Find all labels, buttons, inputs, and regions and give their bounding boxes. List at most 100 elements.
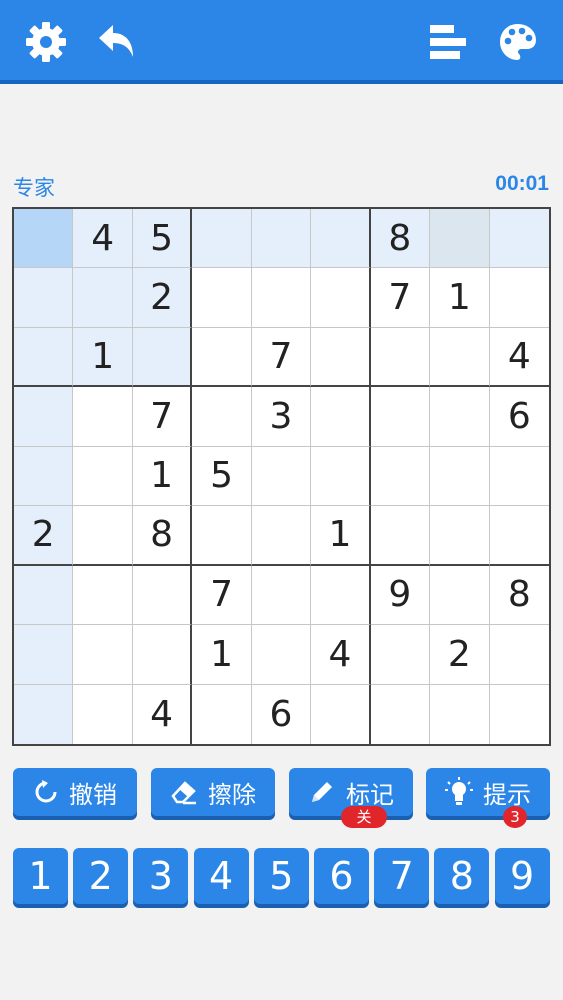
board-cell[interactable] [73, 625, 133, 685]
board-cell[interactable]: 2 [14, 506, 74, 566]
board-cell[interactable]: 8 [132, 506, 193, 566]
board-cell[interactable] [14, 446, 74, 507]
board-cell[interactable] [489, 625, 549, 685]
number-button[interactable]: 4 [193, 848, 249, 904]
board-cell[interactable] [73, 268, 133, 328]
board-cell[interactable] [251, 268, 312, 328]
board-cell[interactable] [311, 446, 371, 507]
board-cell[interactable] [14, 387, 74, 447]
board-cell[interactable]: 1 [430, 268, 490, 328]
board-cell[interactable]: 7 [132, 387, 193, 447]
board-cell[interactable]: 7 [370, 268, 431, 328]
board-cell[interactable] [132, 625, 193, 685]
board-cell[interactable] [370, 506, 431, 566]
board-cell[interactable] [73, 387, 133, 447]
board-cell[interactable]: 1 [311, 506, 371, 566]
board-cell[interactable]: 3 [251, 387, 312, 447]
board-cell[interactable] [430, 387, 490, 447]
board-cell[interactable]: 2 [132, 268, 193, 328]
board-cell[interactable]: 8 [370, 209, 431, 269]
board-cell[interactable] [73, 684, 133, 744]
palette-icon[interactable] [496, 20, 540, 64]
board-cell[interactable] [132, 327, 193, 388]
board-cell[interactable] [370, 446, 431, 507]
board-cell[interactable] [192, 209, 252, 269]
board-cell[interactable] [311, 209, 371, 269]
board-cell[interactable] [14, 268, 74, 328]
board-cell[interactable]: 2 [430, 625, 490, 685]
board-cell[interactable] [311, 387, 371, 447]
board-cell[interactable] [251, 506, 312, 566]
board-cell[interactable]: 4 [311, 625, 371, 685]
board-cell[interactable] [132, 565, 193, 626]
notes-button[interactable]: 标记 关 [289, 768, 413, 828]
board-cell[interactable]: 1 [132, 446, 193, 507]
board-cell[interactable] [430, 327, 490, 388]
board-cell[interactable] [311, 268, 371, 328]
board-cell[interactable] [489, 209, 549, 269]
board-cell[interactable]: 4 [133, 684, 193, 744]
board-cell[interactable] [14, 565, 74, 626]
board-cell[interactable] [14, 327, 74, 388]
board-cell[interactable]: 4 [489, 328, 549, 388]
board-cell[interactable] [430, 684, 490, 744]
number-button[interactable]: 3 [133, 848, 189, 904]
board-cell[interactable] [251, 209, 312, 269]
erase-button[interactable]: 擦除 [151, 768, 275, 816]
board-cell[interactable] [430, 565, 490, 626]
number-button[interactable]: 7 [374, 848, 430, 904]
board-cell[interactable] [251, 625, 312, 685]
number-button[interactable]: 8 [434, 848, 490, 904]
board-cell[interactable] [371, 684, 431, 744]
hint-button[interactable]: 提示 3 [426, 768, 550, 828]
number-button[interactable]: 6 [314, 848, 369, 904]
undo-arrow-icon[interactable] [94, 20, 138, 64]
board-cell[interactable] [489, 447, 549, 507]
board-cell[interactable] [192, 268, 252, 328]
board-cell[interactable] [489, 506, 549, 566]
board-cell[interactable] [370, 625, 431, 685]
board-cell[interactable]: 5 [192, 446, 252, 507]
board-cell[interactable]: 7 [192, 565, 252, 626]
board-cell[interactable]: 8 [489, 566, 549, 626]
board-cell[interactable] [489, 268, 549, 328]
board-cell[interactable]: 5 [132, 209, 193, 269]
board-cell[interactable] [73, 446, 133, 507]
undo-label: 撤销 [69, 780, 117, 809]
board-cell[interactable] [430, 446, 490, 507]
board-cell[interactable] [73, 565, 133, 626]
board-cell[interactable] [370, 387, 431, 447]
number-button[interactable]: 2 [73, 848, 129, 904]
board-cell[interactable]: 1 [192, 625, 252, 685]
difficulty-label: 专家 [13, 176, 55, 200]
board-cell[interactable]: 6 [252, 684, 312, 744]
board-cell[interactable] [490, 685, 549, 744]
board-cell[interactable] [14, 625, 74, 685]
board-cell[interactable] [251, 446, 312, 507]
board-cell[interactable] [311, 684, 371, 744]
board-cell[interactable] [192, 327, 252, 388]
number-button[interactable]: 5 [253, 848, 309, 904]
undo-button[interactable]: 撤销 [13, 768, 137, 816]
board-cell[interactable] [192, 684, 252, 744]
board-cell[interactable] [311, 327, 371, 388]
number-button[interactable]: 1 [13, 848, 68, 904]
board-cell[interactable] [14, 684, 74, 744]
board-cell[interactable]: 9 [370, 565, 431, 626]
gear-icon[interactable] [24, 20, 68, 64]
number-button[interactable]: 9 [494, 848, 550, 904]
board-cell[interactable] [192, 506, 252, 566]
board-cell[interactable] [430, 209, 490, 269]
board-cell[interactable] [192, 387, 252, 447]
board-cell[interactable] [370, 327, 431, 388]
board-cell[interactable]: 7 [251, 327, 312, 388]
board-cell[interactable] [73, 506, 133, 566]
board-cell[interactable] [311, 565, 371, 626]
board-cell[interactable]: 4 [73, 209, 133, 269]
stats-bars-icon[interactable] [426, 20, 470, 64]
board-cell[interactable]: 1 [73, 327, 133, 388]
board-cell[interactable] [430, 506, 490, 566]
board-cell[interactable] [14, 209, 74, 269]
board-cell[interactable] [251, 565, 312, 626]
board-cell[interactable]: 6 [489, 387, 549, 447]
